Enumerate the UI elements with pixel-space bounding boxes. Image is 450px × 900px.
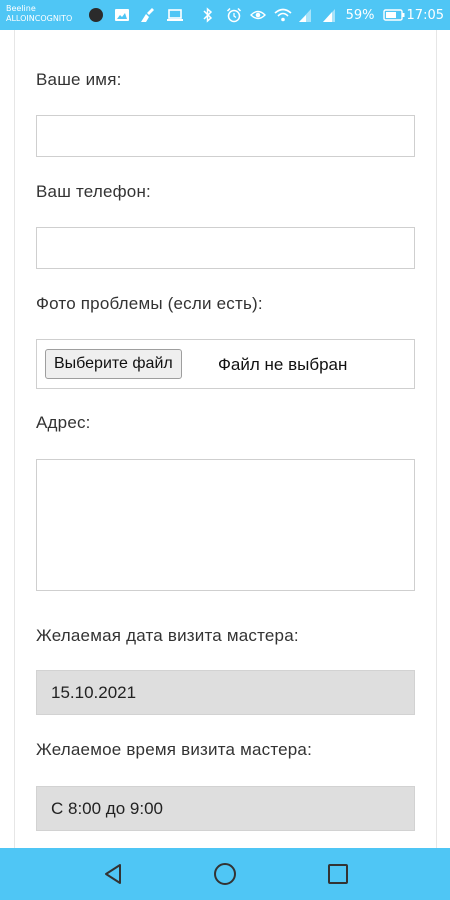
page-border-right bbox=[436, 30, 437, 848]
image-icon bbox=[114, 7, 130, 23]
recents-icon[interactable] bbox=[325, 861, 351, 887]
circle-icon bbox=[88, 7, 104, 23]
date-label: Желаемая дата визита мастера: bbox=[36, 626, 299, 645]
name-input[interactable] bbox=[36, 115, 415, 157]
page-border-left bbox=[14, 30, 15, 848]
order-form: Ваше имя: Ваш телефон: Фото проблемы (ес… bbox=[0, 30, 450, 848]
photo-label: Фото проблемы (если есть): bbox=[36, 294, 263, 313]
carrier-info: Beeline ALLOINCOGNITO bbox=[6, 4, 72, 24]
address-textarea[interactable] bbox=[36, 459, 415, 591]
bluetooth-icon bbox=[202, 7, 218, 23]
clock: 17:05 bbox=[406, 7, 444, 23]
phone-input[interactable] bbox=[36, 227, 415, 269]
date-value: 15.10.2021 bbox=[51, 682, 137, 702]
broom-icon bbox=[140, 7, 156, 23]
notification-icons bbox=[88, 6, 183, 24]
carrier-name: Beeline bbox=[6, 4, 36, 13]
time-value: С 8:00 до 9:00 bbox=[51, 798, 163, 818]
signal-icon bbox=[322, 7, 338, 23]
back-icon[interactable] bbox=[100, 861, 126, 887]
choose-file-button[interactable]: Выберите файл bbox=[45, 349, 182, 379]
laptop-icon bbox=[166, 7, 183, 23]
name-label: Ваше имя: bbox=[36, 70, 122, 89]
carrier-subtitle: ALLOINCOGNITO bbox=[6, 14, 73, 23]
signal-icon bbox=[298, 7, 314, 23]
time-field[interactable]: С 8:00 до 9:00 bbox=[36, 786, 415, 831]
file-status: Файл не выбран bbox=[218, 355, 348, 374]
battery-percent: 59% bbox=[345, 7, 375, 23]
phone-label: Ваш телефон: bbox=[36, 182, 151, 201]
address-label: Адрес: bbox=[36, 413, 91, 432]
alarm-icon bbox=[226, 7, 242, 23]
wifi-icon bbox=[274, 7, 292, 23]
file-input[interactable]: Выберите файл Файл не выбран bbox=[36, 339, 415, 389]
status-bar: Beeline ALLOINCOGNITO 59% 17:05 bbox=[0, 0, 450, 30]
system-indicators: 59% 17:05 bbox=[202, 6, 444, 24]
battery-icon bbox=[382, 7, 405, 23]
date-field[interactable]: 15.10.2021 bbox=[36, 670, 415, 715]
eye-icon bbox=[249, 7, 266, 23]
home-icon[interactable] bbox=[212, 861, 238, 887]
time-label: Желаемое время визита мастера: bbox=[36, 740, 312, 759]
navigation-bar bbox=[0, 848, 450, 900]
